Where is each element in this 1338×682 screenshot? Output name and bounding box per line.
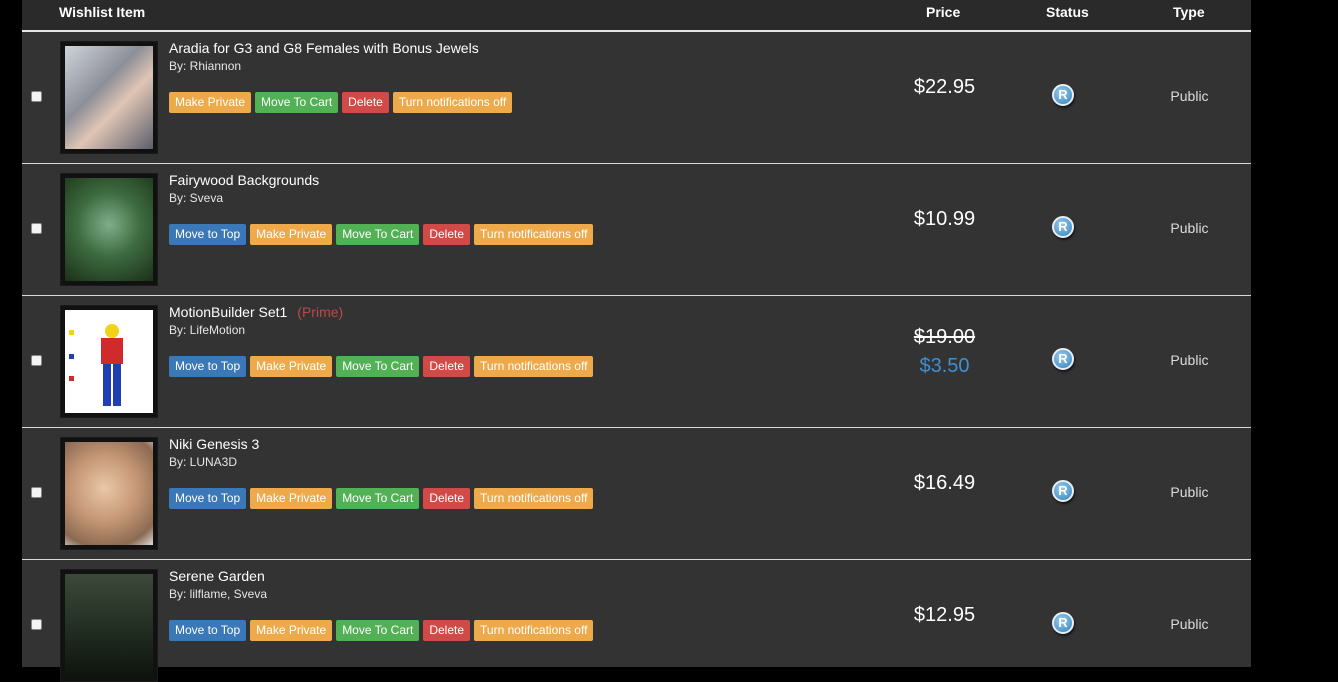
turn-notifications-off-button[interactable]: Turn notifications off (474, 620, 594, 641)
visibility-type: Public (1170, 220, 1209, 236)
row-select-checkbox[interactable] (31, 355, 42, 366)
visibility-type: Public (1170, 352, 1209, 368)
product-thumbnail[interactable] (60, 437, 158, 550)
move-to-top-button[interactable]: Move to Top (169, 224, 247, 245)
move-to-cart-button[interactable]: Move To Cart (336, 620, 420, 641)
row-select-checkbox[interactable] (31, 91, 42, 102)
product-thumbnail[interactable] (60, 569, 158, 682)
registered-icon: R (1052, 84, 1074, 106)
registered-icon: R (1052, 612, 1074, 634)
product-author[interactable]: By: Sveva (169, 191, 223, 205)
serene-garden-thumbnail (65, 574, 153, 677)
column-header-type: Type (1173, 4, 1205, 20)
registered-icon: R (1052, 216, 1074, 238)
prime-badge: (Prime) (297, 304, 344, 320)
row-select-checkbox[interactable] (31, 619, 42, 630)
motionbuilder-thumbnail (65, 310, 153, 413)
product-price: $10.99 (913, 208, 976, 230)
sale-price: $3.50 (919, 355, 970, 377)
product-price: $16.49 (913, 472, 976, 494)
product-author[interactable]: By: LUNA3D (169, 455, 237, 469)
turn-notifications-off-button[interactable]: Turn notifications off (474, 488, 594, 509)
wishlist-row: Serene Garden By: lilflame, Sveva Move t… (22, 560, 1251, 682)
row-select-checkbox[interactable] (31, 223, 42, 234)
product-title-link[interactable]: Niki Genesis 3 (169, 436, 259, 452)
product-title-text[interactable]: MotionBuilder Set1 (169, 304, 287, 320)
move-to-top-button[interactable]: Move to Top (169, 620, 247, 641)
turn-notifications-off-button[interactable]: Turn notifications off (474, 356, 594, 377)
turn-notifications-off-button[interactable]: Turn notifications off (474, 224, 594, 245)
visibility-type: Public (1170, 484, 1209, 500)
move-to-cart-button[interactable]: Move To Cart (336, 488, 420, 509)
product-price: $22.95 (913, 76, 976, 98)
product-author[interactable]: By: lilflame, Sveva (169, 587, 267, 601)
delete-button[interactable]: Delete (423, 620, 471, 641)
column-header-status: Status (1046, 4, 1089, 20)
move-to-cart-button[interactable]: Move To Cart (336, 224, 420, 245)
registered-icon: R (1052, 348, 1074, 370)
row-actions: Move to Top Make Private Move To Cart Delet… (169, 620, 597, 641)
product-title-link[interactable]: MotionBuilder Set1 (Prime) (169, 304, 343, 320)
row-actions: Move to Top Make Private Move To Cart Delet… (169, 224, 597, 245)
row-actions: Make Private Move To Cart Delete Turn notif… (169, 92, 516, 113)
product-title-link[interactable]: Fairywood Backgrounds (169, 172, 319, 188)
wishlist-row: Fairywood Backgrounds By: Sveva Move to … (22, 164, 1251, 296)
product-author[interactable]: By: LifeMotion (169, 323, 245, 337)
product-thumbnail[interactable] (60, 305, 158, 418)
make-private-button[interactable]: Make Private (250, 488, 333, 509)
product-title-link[interactable]: Aradia for G3 and G8 Females with Bonus … (169, 40, 479, 56)
delete-button[interactable]: Delete (342, 92, 389, 113)
wishlist-row: MotionBuilder Set1 (Prime) By: LifeMotion… (22, 296, 1251, 428)
original-price: $19.00 (913, 326, 976, 348)
wishlist-header: Wishlist Item Price Status Type (22, 0, 1251, 32)
turn-notifications-off-button[interactable]: Turn notifications off (392, 92, 513, 113)
fairywood-thumbnail (65, 178, 153, 281)
product-thumbnail[interactable] (60, 173, 158, 286)
aradia-thumbnail (65, 46, 153, 149)
delete-button[interactable]: Delete (423, 224, 471, 245)
product-author[interactable]: By: Rhiannon (169, 59, 241, 73)
make-private-button[interactable]: Make Private (250, 356, 333, 377)
make-private-button[interactable]: Make Private (250, 224, 333, 245)
move-to-top-button[interactable]: Move to Top (169, 356, 247, 377)
move-to-cart-button[interactable]: Move To Cart (255, 92, 339, 113)
delete-button[interactable]: Delete (423, 356, 471, 377)
make-private-button[interactable]: Make Private (250, 620, 333, 641)
product-thumbnail[interactable] (60, 41, 158, 154)
delete-button[interactable]: Delete (423, 488, 471, 509)
make-private-button[interactable]: Make Private (169, 92, 252, 113)
column-header-price: Price (926, 4, 961, 20)
move-to-cart-button[interactable]: Move To Cart (336, 356, 420, 377)
wishlist-row: Aradia for G3 and G8 Females with Bonus … (22, 32, 1251, 164)
wishlist-row: Niki Genesis 3 By: LUNA3D Move to Top Mak… (22, 428, 1251, 560)
niki-thumbnail (65, 442, 153, 545)
row-select-checkbox[interactable] (31, 487, 42, 498)
wishlist-panel: Wishlist Item Price Status Type Aradia f… (22, 0, 1251, 682)
row-actions: Move to Top Make Private Move To Cart Delet… (169, 488, 597, 509)
column-header-item: Wishlist Item (59, 4, 146, 20)
move-to-top-button[interactable]: Move to Top (169, 488, 247, 509)
visibility-type: Public (1170, 88, 1209, 104)
row-actions: Move to Top Make Private Move To Cart Delet… (169, 356, 597, 377)
visibility-type: Public (1170, 616, 1209, 632)
registered-icon: R (1052, 480, 1074, 502)
product-price: $12.95 (913, 604, 976, 626)
product-title-link[interactable]: Serene Garden (169, 568, 265, 584)
